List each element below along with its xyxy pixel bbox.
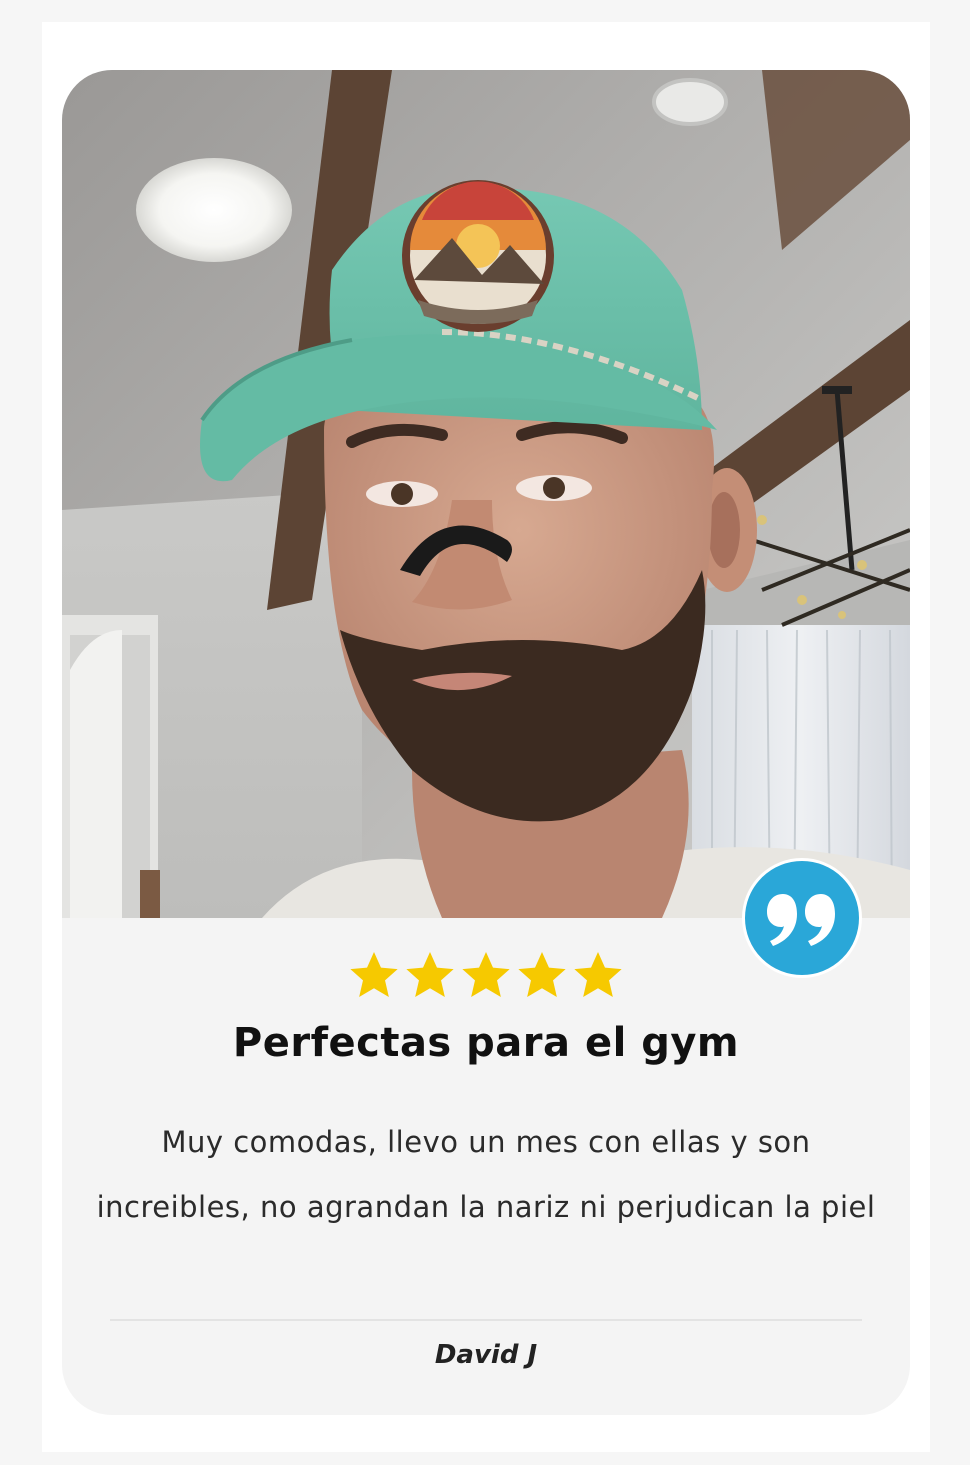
star-rating (62, 948, 910, 1010)
star-icon (518, 952, 566, 998)
review-card: Perfectas para el gym Muy comodas, llevo… (62, 70, 910, 1415)
review-author: David J (434, 1340, 538, 1370)
star-icon (350, 952, 398, 998)
reviewer-photo (62, 70, 910, 918)
review-title: Perfectas para el gym (232, 1020, 740, 1066)
star-icon (462, 952, 510, 998)
star-icon (574, 952, 622, 998)
divider (110, 1319, 862, 1321)
star-icon (406, 952, 454, 998)
review-text: Muy comodas, llevo un mes con ellas y so… (96, 1125, 876, 1224)
